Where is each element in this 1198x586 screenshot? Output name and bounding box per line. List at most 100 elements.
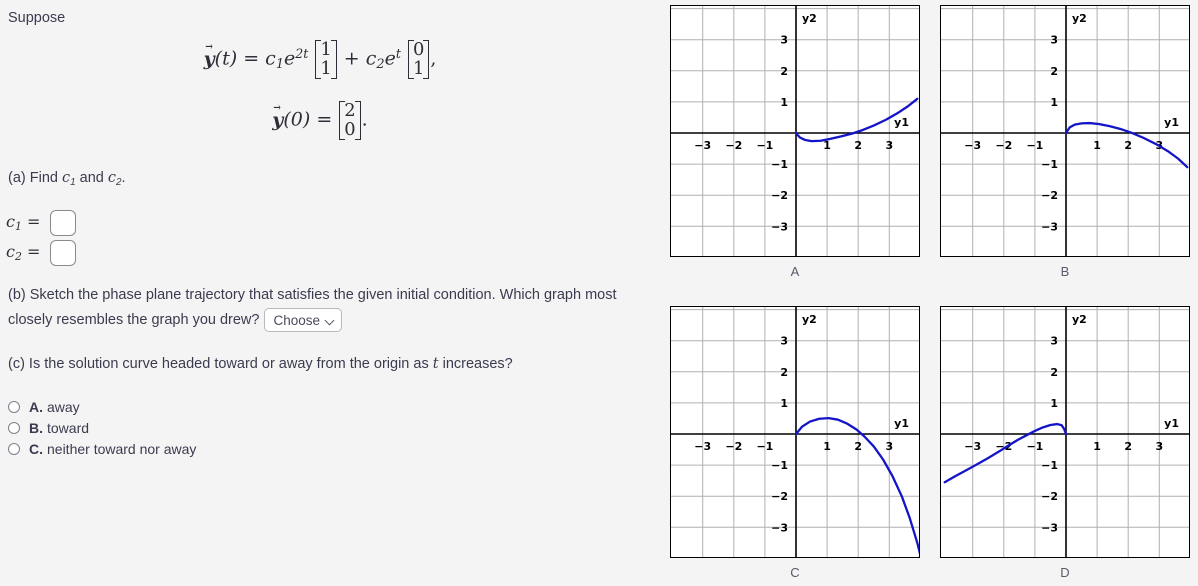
choice-letter-a: A. <box>29 398 43 415</box>
x-tick-label: −1 <box>1026 139 1043 152</box>
graph-panel-c[interactable]: −3 −2 −1 1 2 3 3 2 1 −1 −2 −3 y2 y1 <box>670 306 920 558</box>
problem-pane: Suppose y(t) = c1e2t 1 1 + c2et 0 1 , y(… <box>0 0 660 586</box>
matrix-entry: 1 <box>320 39 332 60</box>
x-axis-label: y1 <box>1164 116 1179 129</box>
choice-row-b[interactable]: B. toward <box>8 417 196 438</box>
choice-letter-c: C. <box>29 440 43 457</box>
choice-row-a[interactable]: A. away <box>8 396 196 417</box>
x-tick-label: 1 <box>1093 139 1101 152</box>
choice-row-c[interactable]: C. neither toward nor away <box>8 438 196 459</box>
y-tick-label: 2 <box>780 366 788 379</box>
equation-1-c1-subscript: 1 <box>275 57 285 73</box>
matrix-entry: 1 <box>320 57 332 79</box>
graph-panel-d[interactable]: −3 −2 −1 1 2 3 3 2 1 −1 −2 −3 y2 y1 <box>940 306 1190 558</box>
equation-1: y(t) = c1e2t 1 1 + c2et 0 1 , <box>0 39 640 80</box>
y-tick-label: −3 <box>1041 220 1058 233</box>
x-tick-label: −3 <box>964 139 981 152</box>
graph-caption-c: C <box>790 565 800 580</box>
equation-2-argument: (0) <box>283 108 311 131</box>
equation-2-period: . <box>361 108 368 131</box>
part-c-choices: A. away B. toward C. neither toward nor … <box>8 396 196 459</box>
x-tick-label: 3 <box>1155 440 1163 453</box>
c2-input[interactable] <box>50 240 76 266</box>
graph-panel-a[interactable]: −3 −2 −1 1 2 3 3 2 1 −1 −2 −3 y2 y1 <box>670 5 920 257</box>
vector-y-symbol: y <box>204 48 215 70</box>
matrix-entry: 1 <box>412 57 425 79</box>
x-axis-label: y1 <box>894 417 909 430</box>
part-a-c1: c <box>62 170 71 186</box>
equation-1-c1: c <box>265 47 276 70</box>
radio-button-c[interactable] <box>8 442 20 455</box>
x-tick-label: 2 <box>854 440 862 453</box>
equation-1-c2: c <box>365 47 377 70</box>
equation-1-argument: (t) <box>214 47 238 70</box>
equation-2: y(0) = 2 0 . <box>0 101 640 141</box>
c2-label: c2 = <box>6 242 50 263</box>
choice-label-a: away <box>47 398 80 415</box>
chevron-down-icon <box>326 316 335 325</box>
y-tick-label: −2 <box>771 490 788 503</box>
part-b-line-2: resembles the graph you drew? <box>56 312 260 328</box>
c2-label-base: c <box>6 242 15 262</box>
graph-caption-d: D <box>1060 565 1070 580</box>
x-tick-label: 1 <box>1093 440 1101 453</box>
trajectory-D <box>943 422 1068 484</box>
coefficient-row-c1: c1 = <box>6 208 76 238</box>
y-tick-label: 3 <box>780 335 788 348</box>
y-tick-label: −2 <box>1041 490 1058 503</box>
y-tick-label: −2 <box>1041 189 1058 202</box>
choice-label-b: toward <box>47 419 90 436</box>
c1-equals: = <box>26 212 41 232</box>
x-axis-label: y1 <box>1164 417 1179 430</box>
x-axis-label: y1 <box>894 116 909 129</box>
y-axis-label: y2 <box>1072 12 1087 25</box>
coefficient-inputs: c1 = c2 = <box>6 208 76 268</box>
equation-1-comma: , <box>430 47 437 70</box>
panel-a-canvas: −3 −2 −1 1 2 3321−1−2−3y2y1 <box>671 6 919 256</box>
y-tick-label: 2 <box>780 65 788 78</box>
y-tick-label: −1 <box>1041 459 1058 472</box>
y-tick-label: −1 <box>771 158 788 171</box>
c1-input[interactable] <box>50 210 76 236</box>
matrix-entry: 0 <box>412 39 425 60</box>
graph-panel-b[interactable]: −3 −2 −1 1 2 3 3 2 1 −1 −2 −3 y2 y1 <box>940 5 1190 257</box>
graph-choice-dropdown[interactable]: Choose <box>264 308 343 333</box>
y-axis-label: y2 <box>802 12 817 25</box>
part-c-prompt-suffix: increases? <box>438 356 513 372</box>
c1-label-base: c <box>6 212 15 232</box>
y-axis-label: y2 <box>802 313 817 326</box>
x-tick-label: −3 <box>694 139 711 152</box>
y-tick-label: −3 <box>771 521 788 534</box>
part-c-prompt-prefix: (c) Is the solution curve headed toward … <box>8 356 433 372</box>
equation-1-exponent-1: 2t <box>295 46 309 62</box>
part-b-prompt: (b) Sketch the phase plane trajectory th… <box>8 283 638 333</box>
equation-1-exp-base-2: e <box>384 47 396 70</box>
panel-b-canvas: −3 −2 −1 1 2 3321−1−2−3y2y1 <box>941 6 1189 256</box>
y-tick-label: 3 <box>1050 335 1058 348</box>
x-tick-label: −2 <box>995 139 1012 152</box>
x-tick-label: −2 <box>725 440 742 453</box>
y-tick-label: −3 <box>1041 521 1058 534</box>
x-tick-label: 3 <box>885 139 893 152</box>
equation-1-matrix-1: 1 1 <box>315 39 338 80</box>
y-axis-label: y2 <box>1072 313 1087 326</box>
x-tick-label: 2 <box>1124 139 1132 152</box>
y-tick-label: 2 <box>1050 65 1058 78</box>
graph-caption-b: B <box>1060 264 1070 279</box>
equation-1-plus: + <box>343 47 360 70</box>
part-c-prompt: (c) Is the solution curve headed toward … <box>8 356 513 372</box>
equation-1-c2-subscript: 2 <box>376 57 385 73</box>
c1-label-subscript: 1 <box>14 220 22 234</box>
equation-1-exponent-2: t <box>395 46 401 62</box>
part-a-prompt-prefix: (a) Find <box>8 170 62 186</box>
graph-caption-a: A <box>790 264 800 279</box>
radio-button-b[interactable] <box>8 421 20 434</box>
equation-2-equals: = <box>316 108 333 131</box>
c2-equals: = <box>26 242 41 262</box>
x-tick-label: 3 <box>885 440 893 453</box>
y-tick-label: 1 <box>1050 397 1058 410</box>
coefficient-row-c2: c2 = <box>6 238 76 268</box>
radio-button-a[interactable] <box>8 400 20 413</box>
x-tick-label: −3 <box>964 440 981 453</box>
equation-block: y(t) = c1e2t 1 1 + c2et 0 1 , y(0) = 2 0… <box>0 39 640 141</box>
